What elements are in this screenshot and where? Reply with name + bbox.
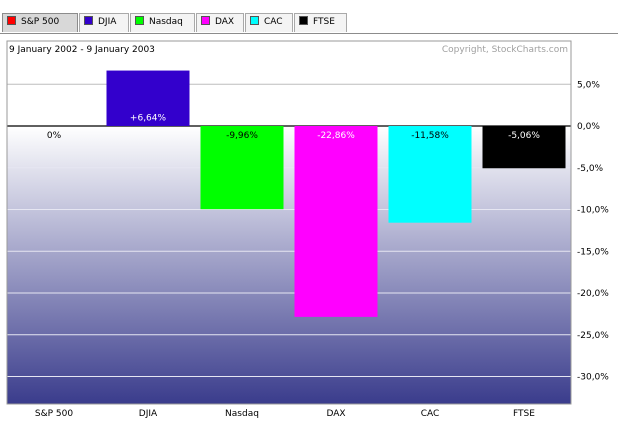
bar-value-label: -9,96%	[226, 131, 258, 141]
bar-dax	[294, 126, 378, 317]
chart-panel: 0% +6,64% -9,96% -22,86% -11,58% -5,06% 5,0% 0…	[0, 33, 618, 419]
tab-sp500[interactable]: S&P 500	[2, 13, 78, 32]
bar-value-label: -11,58%	[411, 131, 449, 141]
ftse-color-swatch	[299, 16, 308, 25]
y-tick-label: -30,0%	[577, 373, 609, 383]
bar-value-label: 0%	[47, 131, 62, 141]
index-tab-bar: S&P 500 DJIA Nasdaq DAX CAC FTSE	[0, 0, 629, 34]
y-tick-label: 5,0%	[577, 80, 600, 90]
tab-label: CAC	[264, 17, 283, 27]
djia-color-swatch	[84, 16, 93, 25]
tab-cac[interactable]: CAC	[245, 13, 293, 32]
dax-color-swatch	[201, 16, 210, 25]
tab-label: DJIA	[98, 17, 117, 27]
cac-color-swatch	[250, 16, 259, 25]
tab-label: Nasdaq	[149, 17, 183, 27]
copyright-notice: Copyright, StockCharts.com	[442, 45, 568, 55]
performance-bar-chart: 0% +6,64% -9,96% -22,86% -11,58% -5,06% 5,0% 0…	[6, 40, 609, 419]
y-tick-label: 0,0%	[577, 122, 600, 132]
sp500-color-swatch	[7, 16, 16, 25]
tab-label: FTSE	[313, 17, 335, 27]
tab-dax[interactable]: DAX	[196, 13, 244, 32]
y-tick-label: -10,0%	[577, 206, 609, 216]
date-range-subtitle: 9 January 2002 - 9 January 2003	[9, 45, 155, 55]
y-tick-label: -20,0%	[577, 289, 609, 299]
y-tick-label: -5,0%	[577, 164, 604, 174]
y-tick-label: -25,0%	[577, 331, 609, 341]
tab-ftse[interactable]: FTSE	[294, 13, 347, 32]
tab-label: S&P 500	[21, 17, 60, 27]
bar-value-label: -22,86%	[317, 131, 355, 141]
tab-label: DAX	[215, 17, 235, 27]
bar-value-label: -5,06%	[508, 131, 540, 141]
tab-nasdaq[interactable]: Nasdaq	[130, 13, 195, 32]
y-axis-tick-labels: 5,0% 0,0% -5,0% -10,0% -15,0% -20,0% -25,0% -30…	[577, 80, 609, 382]
tab-djia[interactable]: DJIA	[79, 13, 129, 32]
bar-value-label: +6,64%	[130, 114, 167, 124]
nasdaq-color-swatch	[135, 16, 144, 25]
y-tick-label: -15,0%	[577, 247, 609, 257]
